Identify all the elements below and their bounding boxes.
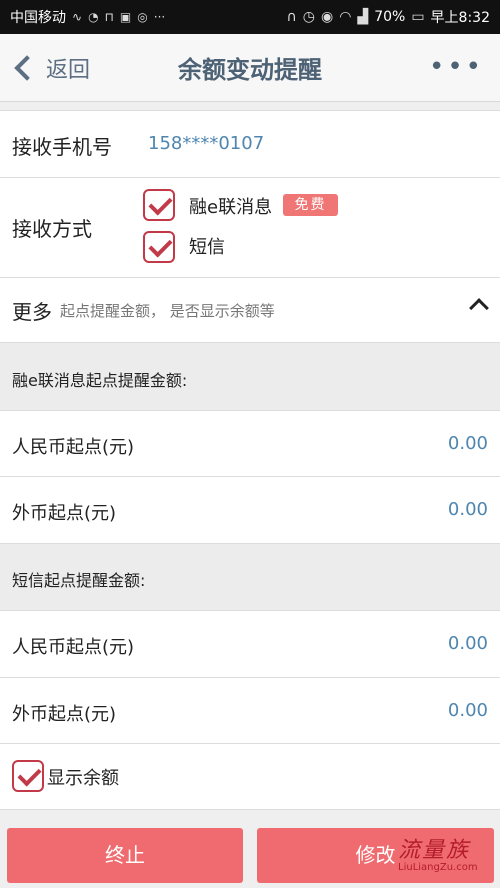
eye-icon: ◉ xyxy=(320,9,334,25)
lock-icon: ⊓ xyxy=(104,10,114,24)
wechat-icon: ◔ xyxy=(88,10,99,24)
status-bar: 中国移动 ∿ ◔ ⊓ ▣ ◎ ··· ∩ ◷ ◉ ◠ ▟ 70% ▭ 早上8:3… xyxy=(0,0,500,34)
more-sub-label: 起点提醒金额， 是否显示余额等 xyxy=(60,302,275,320)
more-options-toggle[interactable]: 更多 起点提醒金额， 是否显示余额等 xyxy=(0,278,500,343)
phone-label: 接收手机号 xyxy=(12,135,112,159)
amount-input[interactable]: 0.00 xyxy=(448,700,488,721)
amount-label: 人民币起点(元) xyxy=(12,637,135,658)
amount-input[interactable]: 0.00 xyxy=(448,633,488,654)
free-badge: 免费 xyxy=(283,194,338,216)
amount-row[interactable]: 外币起点(元) 0.00 xyxy=(0,678,500,744)
amount-row[interactable]: 外币起点(元) 0.00 xyxy=(0,477,500,544)
checkbox-rongelian[interactable] xyxy=(143,189,175,221)
battery-percent: 70% xyxy=(374,9,406,25)
amount-row[interactable]: 人民币起点(元) 0.00 xyxy=(0,411,500,477)
more-label: 更多 xyxy=(12,300,52,324)
ellipsis-icon: ··· xyxy=(153,10,166,24)
battery-icon: ▭ xyxy=(411,9,425,25)
amount-input[interactable]: 0.00 xyxy=(448,433,488,454)
activity-icon: ∿ xyxy=(72,10,83,24)
nav-header: 返回 余额变动提醒 ••• xyxy=(0,34,500,102)
app-icon: ◎ xyxy=(137,10,148,24)
chevron-left-icon xyxy=(14,55,40,81)
amount-label: 外币起点(元) xyxy=(12,503,117,524)
amount-input[interactable]: 0.00 xyxy=(448,499,488,520)
more-icon[interactable]: ••• xyxy=(429,54,484,80)
phone-row: 接收手机号 158****0107 xyxy=(0,110,500,178)
section-title: 短信起点提醒金额: xyxy=(12,571,146,590)
checkbox-sms[interactable] xyxy=(143,231,175,263)
phone-value: 158****0107 xyxy=(148,133,265,154)
option-rongelian-label: 融e联消息 xyxy=(189,197,273,218)
news-icon: ▣ xyxy=(119,10,132,24)
back-button[interactable]: 返回 xyxy=(10,34,90,102)
amount-label: 外币起点(元) xyxy=(12,704,117,725)
section-header-rongelian: 融e联消息起点提醒金额: xyxy=(0,343,500,411)
back-label: 返回 xyxy=(46,58,91,83)
signal-4g-icon: ▟ xyxy=(357,9,369,25)
modify-button[interactable]: 修改 xyxy=(257,828,494,883)
stop-button[interactable]: 终止 xyxy=(7,828,243,883)
alarm-icon: ◷ xyxy=(302,9,315,25)
checkbox-show-balance[interactable] xyxy=(12,760,44,792)
receive-method-label: 接收方式 xyxy=(12,217,92,241)
option-sms-label: 短信 xyxy=(189,237,225,258)
amount-row[interactable]: 人民币起点(元) 0.00 xyxy=(0,611,500,678)
wifi-icon: ◠ xyxy=(339,9,352,25)
clock: 早上8:32 xyxy=(430,10,490,26)
headphones-icon: ∩ xyxy=(286,9,297,25)
show-balance-label: 显示余额 xyxy=(47,768,119,789)
amount-label: 人民币起点(元) xyxy=(12,437,135,458)
section-title: 融e联消息起点提醒金额: xyxy=(12,371,188,390)
carrier-label: 中国移动 xyxy=(10,10,66,26)
section-header-sms: 短信起点提醒金额: xyxy=(0,544,500,611)
